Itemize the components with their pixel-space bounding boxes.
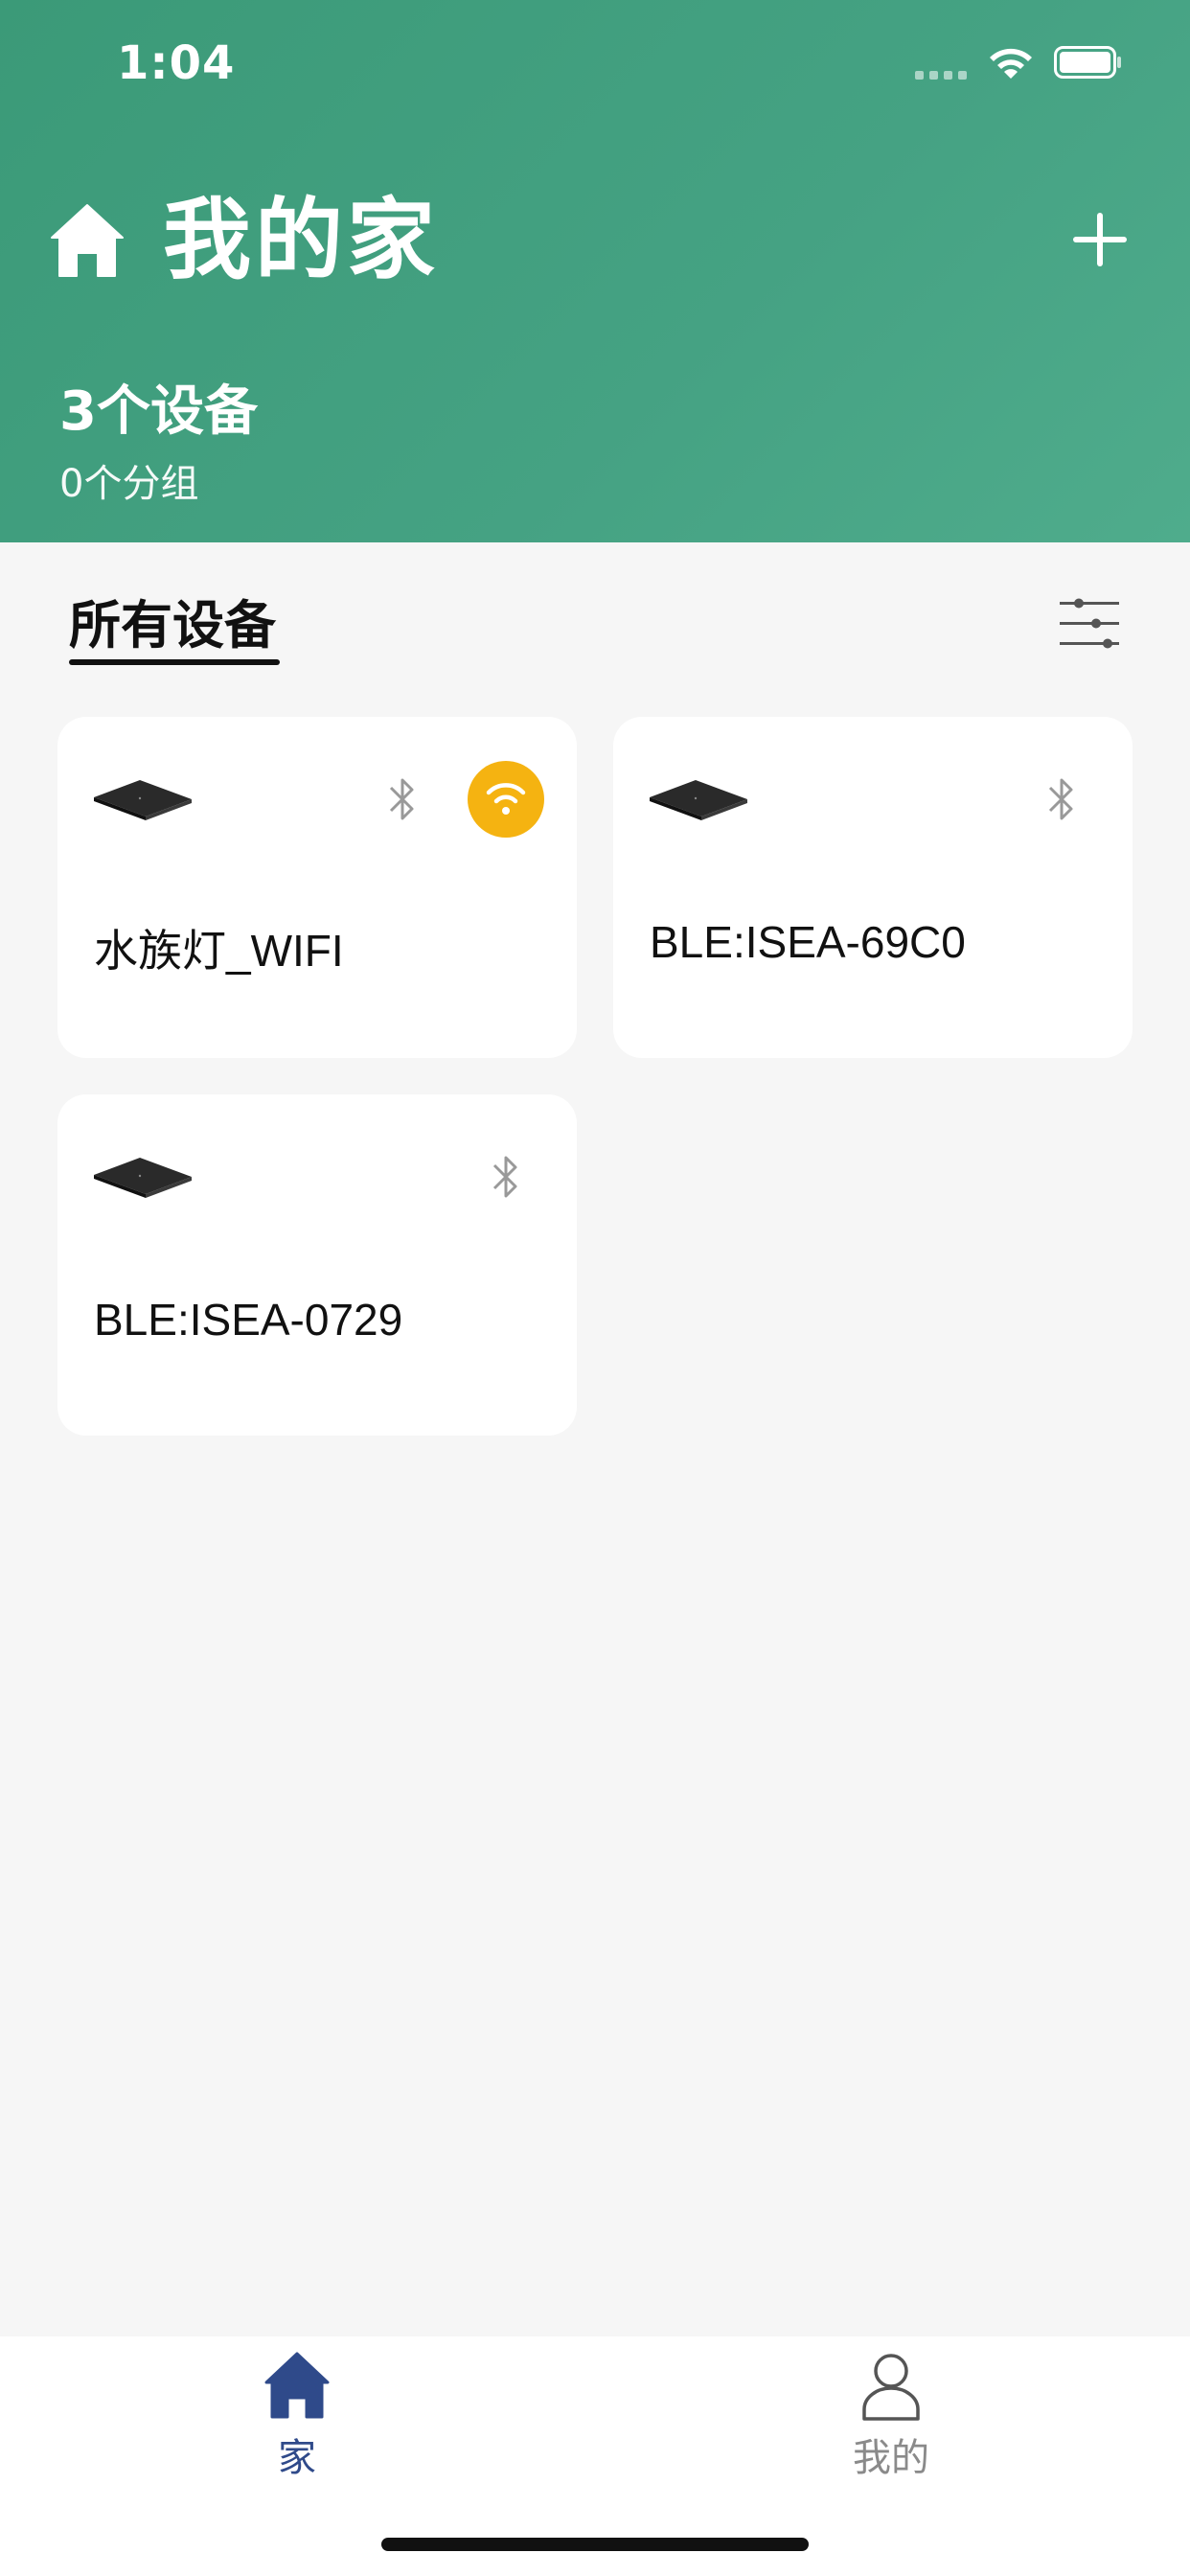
add-device-button[interactable]	[1069, 209, 1131, 270]
tab-mine-label: 我的	[853, 2436, 929, 2480]
header: 1:04 我的家 3个设备 0个分组	[0, 0, 1190, 542]
tab-underline	[69, 659, 280, 665]
tab-all-devices[interactable]: 所有设备	[69, 583, 276, 658]
tab-home-label: 家	[278, 2436, 316, 2480]
home-indicator	[381, 2538, 809, 2551]
device-image	[94, 780, 192, 820]
device-image	[94, 1158, 192, 1198]
group-count: 0个分组	[59, 462, 199, 506]
battery-icon	[1054, 46, 1121, 79]
bluetooth-icon	[1048, 778, 1073, 820]
wifi-icon	[486, 783, 526, 815]
status-time: 1:04	[117, 36, 236, 90]
home-icon	[51, 204, 124, 277]
home-tab-icon	[264, 2352, 330, 2419]
device-image	[650, 780, 747, 820]
device-name: 水族灯_WIFI	[94, 926, 344, 976]
tab-mine[interactable]: 我的	[814, 2352, 968, 2482]
tab-home[interactable]: 家	[220, 2352, 374, 2482]
device-card[interactable]: BLE:ISEA-0729	[57, 1094, 577, 1436]
wifi-status-icon	[990, 48, 1032, 79]
bluetooth-icon	[492, 1156, 517, 1198]
device-card[interactable]: BLE:ISEA-69C0	[613, 717, 1133, 1058]
device-card[interactable]: 水族灯_WIFI	[57, 717, 577, 1058]
filter-settings-icon[interactable]	[1058, 594, 1121, 654]
device-name: BLE:ISEA-69C0	[650, 917, 966, 967]
bluetooth-icon	[389, 778, 414, 820]
wifi-connected-badge	[468, 761, 544, 838]
device-count: 3个设备	[59, 380, 258, 443]
page-title: 我的家	[163, 189, 440, 291]
cellular-signal-icon	[915, 71, 967, 80]
device-name: BLE:ISEA-0729	[94, 1295, 403, 1345]
user-icon	[862, 2354, 920, 2421]
